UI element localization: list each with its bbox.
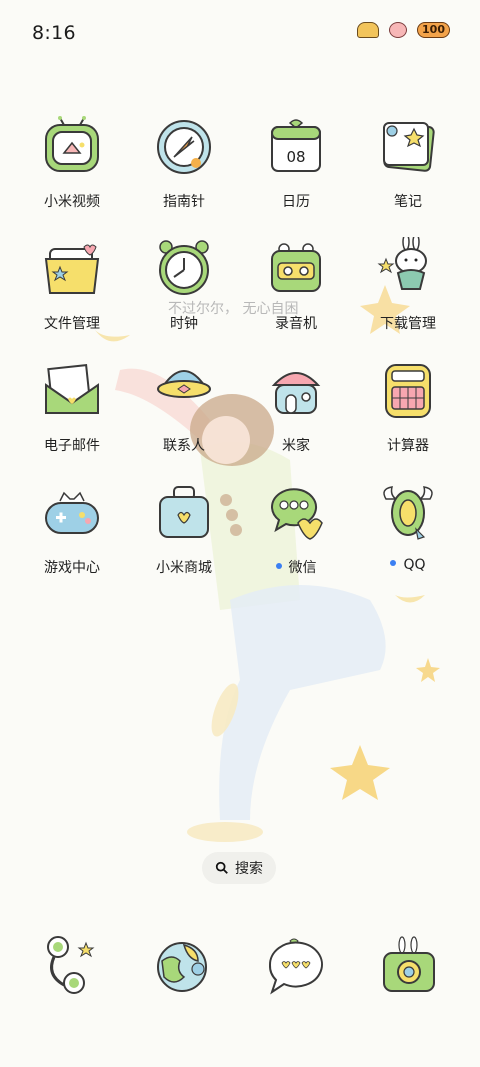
- status-bar: 8:16 100: [0, 0, 480, 70]
- dock-messages[interactable]: [266, 935, 326, 999]
- app-game-center[interactable]: 游戏中心: [16, 481, 128, 591]
- browser-globe-icon: [157, 942, 207, 992]
- pig-icon: [389, 22, 408, 38]
- download-icon: [376, 233, 440, 301]
- app-file-manager[interactable]: 文件管理: [16, 237, 128, 347]
- home-icon: [264, 359, 328, 423]
- search-button[interactable]: 搜索: [202, 852, 276, 884]
- app-label: 笔记: [394, 194, 422, 210]
- signal-icon: [357, 22, 380, 38]
- app-mi-home[interactable]: 米家: [240, 359, 352, 469]
- notes-icon: [376, 115, 440, 179]
- mail-icon: [40, 359, 104, 423]
- app-notes[interactable]: 笔记: [352, 115, 464, 225]
- app-label: 游戏中心: [44, 560, 100, 576]
- app-label: 时钟: [170, 316, 198, 332]
- app-xiaomi-video[interactable]: 小米视频: [16, 115, 128, 225]
- app-label: 指南针: [163, 194, 205, 210]
- wechat-icon: [264, 481, 328, 545]
- status-time: 8:16: [32, 22, 76, 44]
- clock-icon: [152, 237, 216, 301]
- app-label: 米家: [282, 438, 310, 454]
- app-clock[interactable]: 时钟: [128, 237, 240, 347]
- dock-browser[interactable]: [154, 935, 214, 999]
- app-label: 电子邮件: [44, 438, 100, 454]
- app-calendar[interactable]: 08 日历: [240, 115, 352, 225]
- app-label: 小米商城: [156, 560, 212, 576]
- app-wechat[interactable]: 微信: [240, 481, 352, 591]
- calculator-icon: [376, 359, 440, 423]
- app-label: 计算器: [387, 438, 429, 454]
- gamepad-icon: [40, 481, 104, 545]
- app-mi-store[interactable]: 小米商城: [128, 481, 240, 591]
- svg-text:08: 08: [286, 148, 305, 166]
- app-label: 下载管理: [380, 316, 436, 332]
- app-email[interactable]: 电子邮件: [16, 359, 128, 469]
- app-downloads[interactable]: 下载管理: [352, 233, 464, 347]
- messages-icon: [268, 938, 323, 995]
- compass-icon: [152, 115, 216, 179]
- contacts-icon: [152, 359, 216, 423]
- app-compass[interactable]: 指南针: [128, 115, 240, 225]
- calendar-icon: 08: [264, 115, 328, 179]
- search-label: 搜索: [235, 861, 263, 877]
- app-label: QQ: [352, 557, 464, 573]
- app-label: 文件管理: [44, 316, 100, 332]
- folder-icon: [40, 237, 104, 301]
- phone-icon: [47, 936, 95, 994]
- dock: [0, 935, 480, 1005]
- app-label: 联系人: [163, 438, 205, 454]
- app-recorder[interactable]: 录音机: [240, 237, 352, 347]
- search-icon: [215, 861, 228, 874]
- new-badge-dot: [390, 560, 397, 566]
- app-qq[interactable]: QQ: [352, 481, 464, 591]
- dock-phone[interactable]: [40, 935, 100, 999]
- dock-camera[interactable]: [380, 935, 440, 999]
- camera-icon: [383, 936, 435, 992]
- app-label: 录音机: [275, 316, 317, 332]
- status-icons: 100: [357, 22, 450, 38]
- app-label: 日历: [282, 194, 310, 210]
- shop-bag-icon: [152, 481, 216, 545]
- recorder-icon: [264, 237, 328, 301]
- video-icon: [40, 115, 104, 179]
- app-label: 小米视频: [44, 194, 100, 210]
- app-label: 微信: [240, 557, 352, 577]
- app-calculator[interactable]: 计算器: [352, 359, 464, 469]
- app-contacts[interactable]: 联系人: [128, 359, 240, 469]
- new-badge-dot: [275, 563, 282, 569]
- battery-badge: 100: [417, 22, 450, 38]
- qq-icon: [376, 481, 440, 545]
